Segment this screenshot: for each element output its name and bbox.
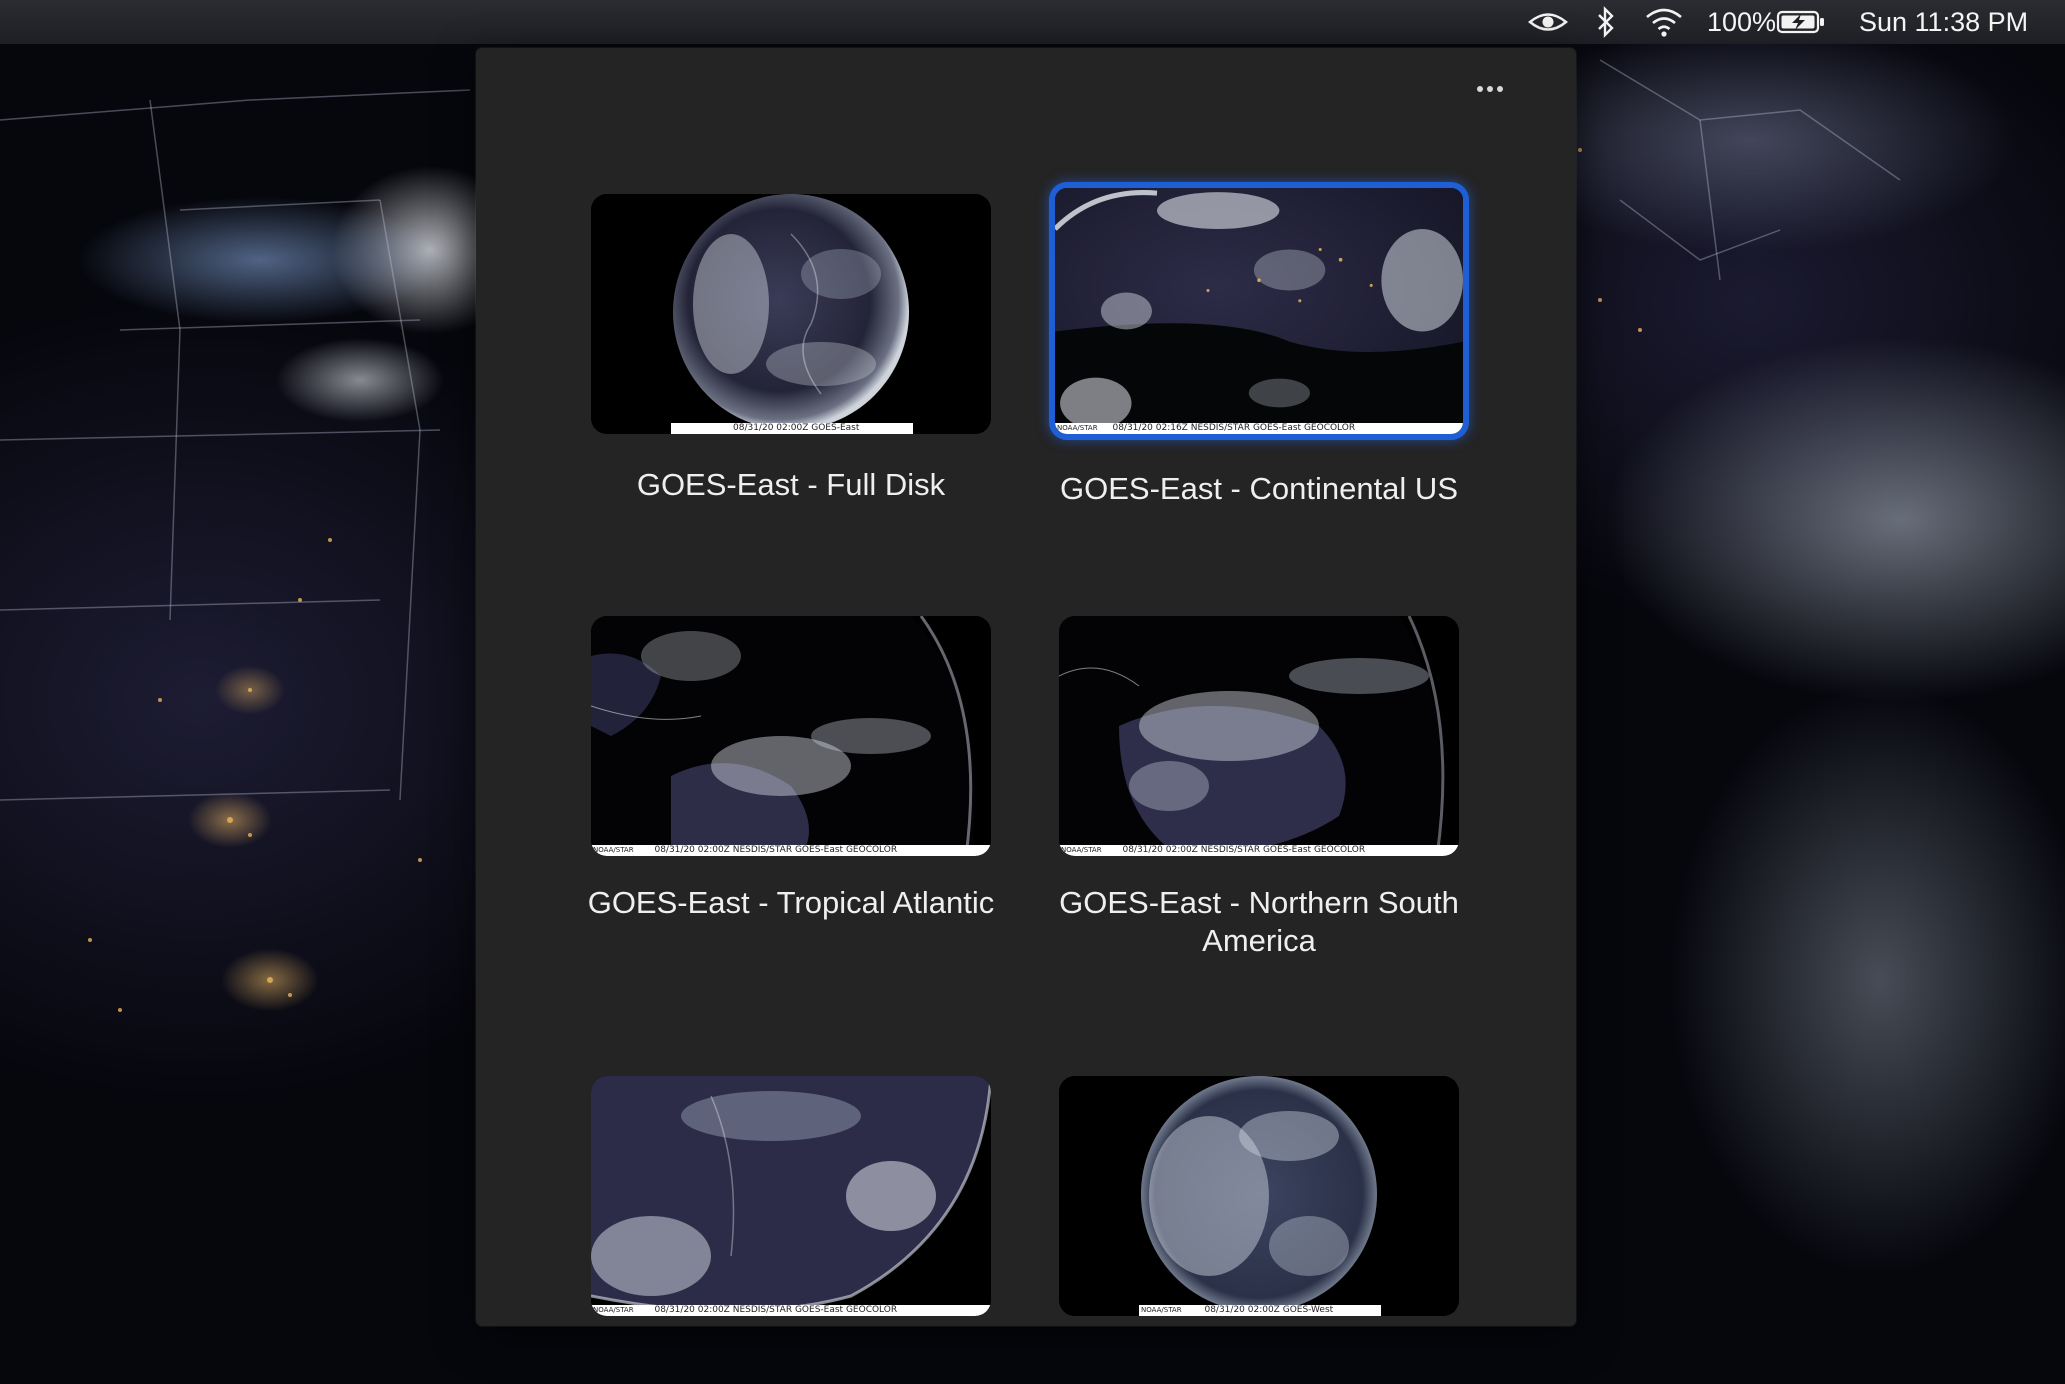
tile-title: GOES-East - Continental US [1060,471,1458,506]
caption-text: 08/31/20 02:00Z GOES-East [733,423,860,433]
more-dot [1497,86,1503,92]
tile-title: GOES-East - Full Disk [636,467,946,502]
more-dot [1487,86,1493,92]
thumbnail-goes-west: NOAA/STAR 08/31/20 02:00Z GOES-West [1059,1076,1459,1316]
more-options-button[interactable] [1470,74,1510,104]
thumbnail-southern-south-america: NOAA/STAR 08/31/20 02:00Z NESDIS/STAR GO… [591,1076,991,1316]
thumbnail-caption: NOAA/STAR 08/31/20 02:00Z NESDIS/STAR GO… [591,1305,991,1316]
tile-goes-east-northern-south-america[interactable]: NOAA/STAR 08/31/20 02:00Z NESDIS/STAR GO… [1059,616,1459,996]
caption-text: 08/31/20 02:16Z NESDIS/STAR GOES-East GE… [1112,423,1356,433]
goes-west-image [1059,1076,1459,1316]
thumbnail-caption: NOAA/STAR 08/31/20 02:00Z NESDIS/STAR GO… [591,845,991,856]
battery-charging-icon[interactable] [1776,0,1826,44]
caption-left: NOAA/STAR [1061,846,1102,854]
more-dot [1477,86,1483,92]
tile-title: GOES-East - Tropical Atlantic [587,885,995,920]
caption-left: NOAA/STAR [593,846,634,854]
thumbnail-northern-south-america: NOAA/STAR 08/31/20 02:00Z NESDIS/STAR GO… [1059,616,1459,856]
caption-left: NOAA/STAR [1141,1306,1182,1314]
thumbnail-caption: NOAA/STAR 08/31/20 02:00Z GOES-West [1139,1305,1381,1316]
tropical-atlantic-image [591,616,991,856]
southern-south-america-image [591,1076,991,1316]
caption-text: 08/31/20 02:00Z NESDIS/STAR GOES-East GE… [654,1305,898,1315]
bluetooth-icon[interactable] [1596,0,1616,44]
eye-icon[interactable] [1527,0,1569,44]
caption-text: 08/31/20 02:00Z NESDIS/STAR GOES-East GE… [1122,845,1366,855]
battery-percent: 100% [1707,6,1777,37]
tile-goes-east-full-disk[interactable]: 08/31/20 02:00Z GOES-East GOES-East - Fu… [591,194,991,524]
continental-us-image [1055,188,1463,434]
wifi-icon[interactable] [1644,0,1684,44]
thumbnail-continental-us: NOAA/STAR 08/31/20 02:16Z NESDIS/STAR GO… [1049,182,1469,440]
caption-left: NOAA/STAR [1057,424,1098,432]
caption-left: NOAA/STAR [593,1306,634,1314]
tile-goes-east-southern-south-america[interactable]: NOAA/STAR 08/31/20 02:00Z NESDIS/STAR GO… [591,1076,991,1326]
caption-text: 08/31/20 02:00Z NESDIS/STAR GOES-East GE… [654,845,898,855]
thumbnail-full-disk: 08/31/20 02:00Z GOES-East [591,194,991,434]
northern-south-america-image [1059,616,1459,856]
thumbnail-caption: NOAA/STAR 08/31/20 02:00Z NESDIS/STAR GO… [1059,845,1459,856]
thumbnail-tropical-atlantic: NOAA/STAR 08/31/20 02:00Z NESDIS/STAR GO… [591,616,991,856]
tile-goes-east-tropical-atlantic[interactable]: NOAA/STAR 08/31/20 02:00Z NESDIS/STAR GO… [588,616,994,996]
menu-bar: 100% Sun 11:38 PM [0,0,2065,44]
thumbnail-caption: NOAA/STAR 08/31/20 02:16Z NESDIS/STAR GO… [1055,423,1463,434]
full-disk-image [591,194,991,434]
thumbnail-caption: 08/31/20 02:00Z GOES-East [671,423,913,434]
tile-title: GOES-East - Northern South America [1059,885,1459,958]
satellite-viewer-window: 08/31/20 02:00Z GOES-East GOES-East - Fu… [476,48,1576,1326]
menubar-clock[interactable]: Sun 11:38 PM [1859,0,2028,44]
caption-text: 08/31/20 02:00Z GOES-West [1204,1305,1334,1315]
tile-goes-west-full-disk[interactable]: NOAA/STAR 08/31/20 02:00Z GOES-West [1059,1076,1459,1326]
tile-goes-east-continental-us[interactable]: NOAA/STAR 08/31/20 02:16Z NESDIS/STAR GO… [1049,182,1469,524]
